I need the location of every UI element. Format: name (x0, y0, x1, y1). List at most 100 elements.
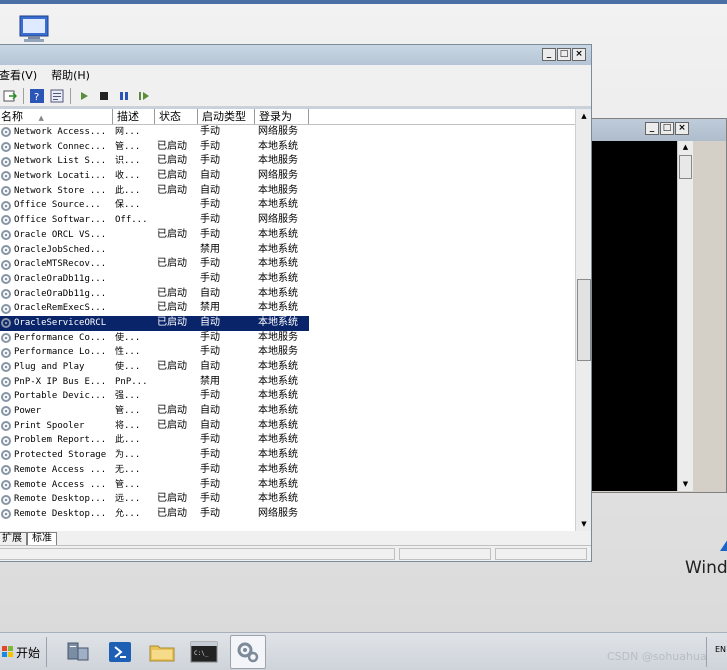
help-icon[interactable]: ? (30, 88, 44, 103)
menu-help[interactable]: 帮助(H) (51, 67, 90, 83)
gear-icon (1, 509, 11, 520)
service-desc (113, 315, 155, 331)
table-row[interactable]: Office Softwar... Off... 手动 网络服务 (0, 213, 575, 228)
service-desc: 为... (115, 450, 141, 461)
service-logon: 本地系统 (258, 228, 298, 240)
scroll-down-icon[interactable]: ▼ (577, 517, 591, 531)
table-row[interactable]: Network Store ... 此... 已启动 自动 本地服务 (0, 184, 575, 199)
service-desc: 管... (115, 141, 141, 152)
table-row[interactable]: Remote Desktop... 允... 已启动 手动 网络服务 (0, 507, 575, 522)
scroll-down-icon[interactable]: ▼ (679, 478, 692, 491)
close-button[interactable]: × (675, 122, 689, 135)
server-manager-icon[interactable] (60, 635, 96, 669)
service-startup-type: 手动 (200, 390, 220, 402)
cmd-icon[interactable]: C:\_ (186, 635, 222, 669)
tab-extended[interactable]: 扩展 (0, 532, 27, 545)
service-name: Network Store ... (14, 185, 107, 196)
service-startup-type: 手动 (200, 449, 220, 461)
pause-icon[interactable] (117, 89, 131, 103)
table-row[interactable]: Remote Access ... 管... 手动 本地系统 (0, 478, 575, 493)
service-name: Problem Report... (14, 435, 107, 446)
column-header-startup[interactable]: 启动类型 (198, 109, 255, 124)
service-status: 已启动 (157, 493, 187, 505)
column-header-desc[interactable]: 描述 (113, 109, 155, 124)
table-row[interactable]: Power 管... 已启动 自动 本地系统 (0, 404, 575, 419)
export-icon[interactable] (3, 89, 17, 103)
table-row[interactable]: Remote Access ... 无... 手动 本地系统 (0, 463, 575, 478)
start-button[interactable]: 开始 (0, 639, 42, 665)
scroll-up-icon[interactable]: ▲ (577, 109, 591, 123)
service-logon: 本地系统 (258, 272, 298, 284)
table-row[interactable]: Performance Co... 使... 手动 本地服务 (0, 331, 575, 346)
tab-standard[interactable]: 标准 (27, 532, 57, 545)
table-row[interactable]: Plug and Play 使... 已启动 自动 本地系统 (0, 360, 575, 375)
table-row[interactable]: OracleRemExecS... 已启动 禁用 本地系统 (0, 301, 575, 316)
service-desc: 将... (115, 420, 141, 431)
scroll-thumb[interactable] (577, 279, 591, 361)
table-row[interactable]: Network List S... 识... 已启动 手动 本地服务 (0, 154, 575, 169)
column-header-logon[interactable]: 登录为 (255, 109, 309, 124)
maximize-button[interactable]: □ (660, 122, 674, 135)
service-status (155, 125, 198, 140)
scroll-thumb[interactable] (679, 155, 692, 179)
table-row[interactable]: Oracle ORCL VS... 已启动 手动 本地系统 (0, 228, 575, 243)
table-row[interactable]: PnP-X IP Bus E... PnP... 禁用 本地系统 (0, 375, 575, 390)
console-screen[interactable] (591, 141, 677, 491)
table-row[interactable]: OracleServiceORCL 已启动 自动 本地系统 (0, 315, 575, 331)
table-row[interactable]: Print Spooler 将... 已启动 自动 本地系统 (0, 419, 575, 434)
service-logon: 本地系统 (258, 493, 298, 505)
properties-icon[interactable] (50, 89, 64, 103)
table-row[interactable]: Protected Storage 为... 手动 本地系统 (0, 448, 575, 463)
service-startup-type: 手动 (200, 507, 220, 519)
gear-icon (1, 494, 11, 505)
table-row[interactable]: OracleMTSRecov... 已启动 手动 本地系统 (0, 257, 575, 272)
gear-icon (1, 391, 11, 402)
computer-icon[interactable] (16, 14, 52, 44)
table-row[interactable]: OracleOraDb11g... 手动 本地系统 (0, 272, 575, 287)
column-header-status[interactable]: 状态 (155, 109, 198, 124)
stop-icon[interactable] (97, 89, 111, 103)
scroll-up-icon[interactable]: ▲ (679, 141, 692, 154)
services-window[interactable]: _ □ × 查看(V) 帮助(H) ? 名称 ▲ 描述 状态 启动类型 登录为 … (0, 44, 592, 562)
table-row[interactable]: Office Source... 保... 手动 本地系统 (0, 198, 575, 213)
minimize-button[interactable]: _ (645, 122, 659, 135)
gear-icon (1, 142, 11, 153)
close-button[interactable]: × (572, 48, 586, 61)
list-scrollbar[interactable]: ▲ ▼ (575, 109, 591, 531)
table-row[interactable]: Problem Report... 此... 手动 本地系统 (0, 433, 575, 448)
language-indicator[interactable]: EN (715, 645, 726, 654)
service-startup-type: 手动 (200, 346, 220, 358)
folder-icon[interactable] (144, 635, 180, 669)
console-scrollbar[interactable]: ▲ ▼ (677, 141, 693, 491)
console-titlebar[interactable]: _ □ × (589, 119, 726, 141)
table-row[interactable]: Network Connec... 管... 已启动 手动 本地系统 (0, 140, 575, 155)
table-row[interactable]: Portable Devic... 强... 手动 本地系统 (0, 389, 575, 404)
table-row[interactable]: OracleOraDb11g... 已启动 自动 本地系统 (0, 287, 575, 302)
maximize-button[interactable]: □ (557, 48, 571, 61)
table-row[interactable]: Remote Desktop... 远... 已启动 手动 本地系统 (0, 492, 575, 507)
table-row[interactable]: Network Access... 网... 手动 网络服务 (0, 125, 575, 140)
service-desc: 此... (115, 185, 141, 196)
table-row[interactable]: OracleJobSched... 禁用 本地系统 (0, 243, 575, 258)
powershell-icon[interactable] (102, 635, 138, 669)
table-row[interactable]: Performance Lo... 性... 手动 本地服务 (0, 345, 575, 360)
menu-view[interactable]: 查看(V) (0, 67, 37, 83)
minimize-button[interactable]: _ (542, 48, 556, 61)
table-row[interactable]: Network Locati... 收... 已启动 自动 网络服务 (0, 169, 575, 184)
service-status: 已启动 (157, 258, 187, 270)
gear-icon (1, 244, 11, 255)
service-status (155, 478, 198, 493)
services-icon[interactable] (230, 635, 266, 669)
service-name-cell: Remote Access ... (0, 463, 113, 478)
gear-icon (1, 465, 11, 476)
console-window[interactable]: _ □ × ▲ ▼ (588, 118, 727, 493)
services-titlebar[interactable]: _ □ × (0, 45, 591, 65)
service-logon: 本地系统 (258, 140, 298, 152)
gear-icon (1, 377, 11, 388)
resume-icon[interactable] (137, 89, 151, 103)
service-name: Network Connec... (14, 141, 107, 152)
play-icon[interactable] (77, 89, 91, 103)
column-header-name[interactable]: 名称 ▲ (0, 109, 113, 124)
services-list[interactable]: 名称 ▲ 描述 状态 启动类型 登录为 Network Access... 网..… (0, 109, 591, 531)
service-name: Remote Access ... (14, 464, 107, 475)
